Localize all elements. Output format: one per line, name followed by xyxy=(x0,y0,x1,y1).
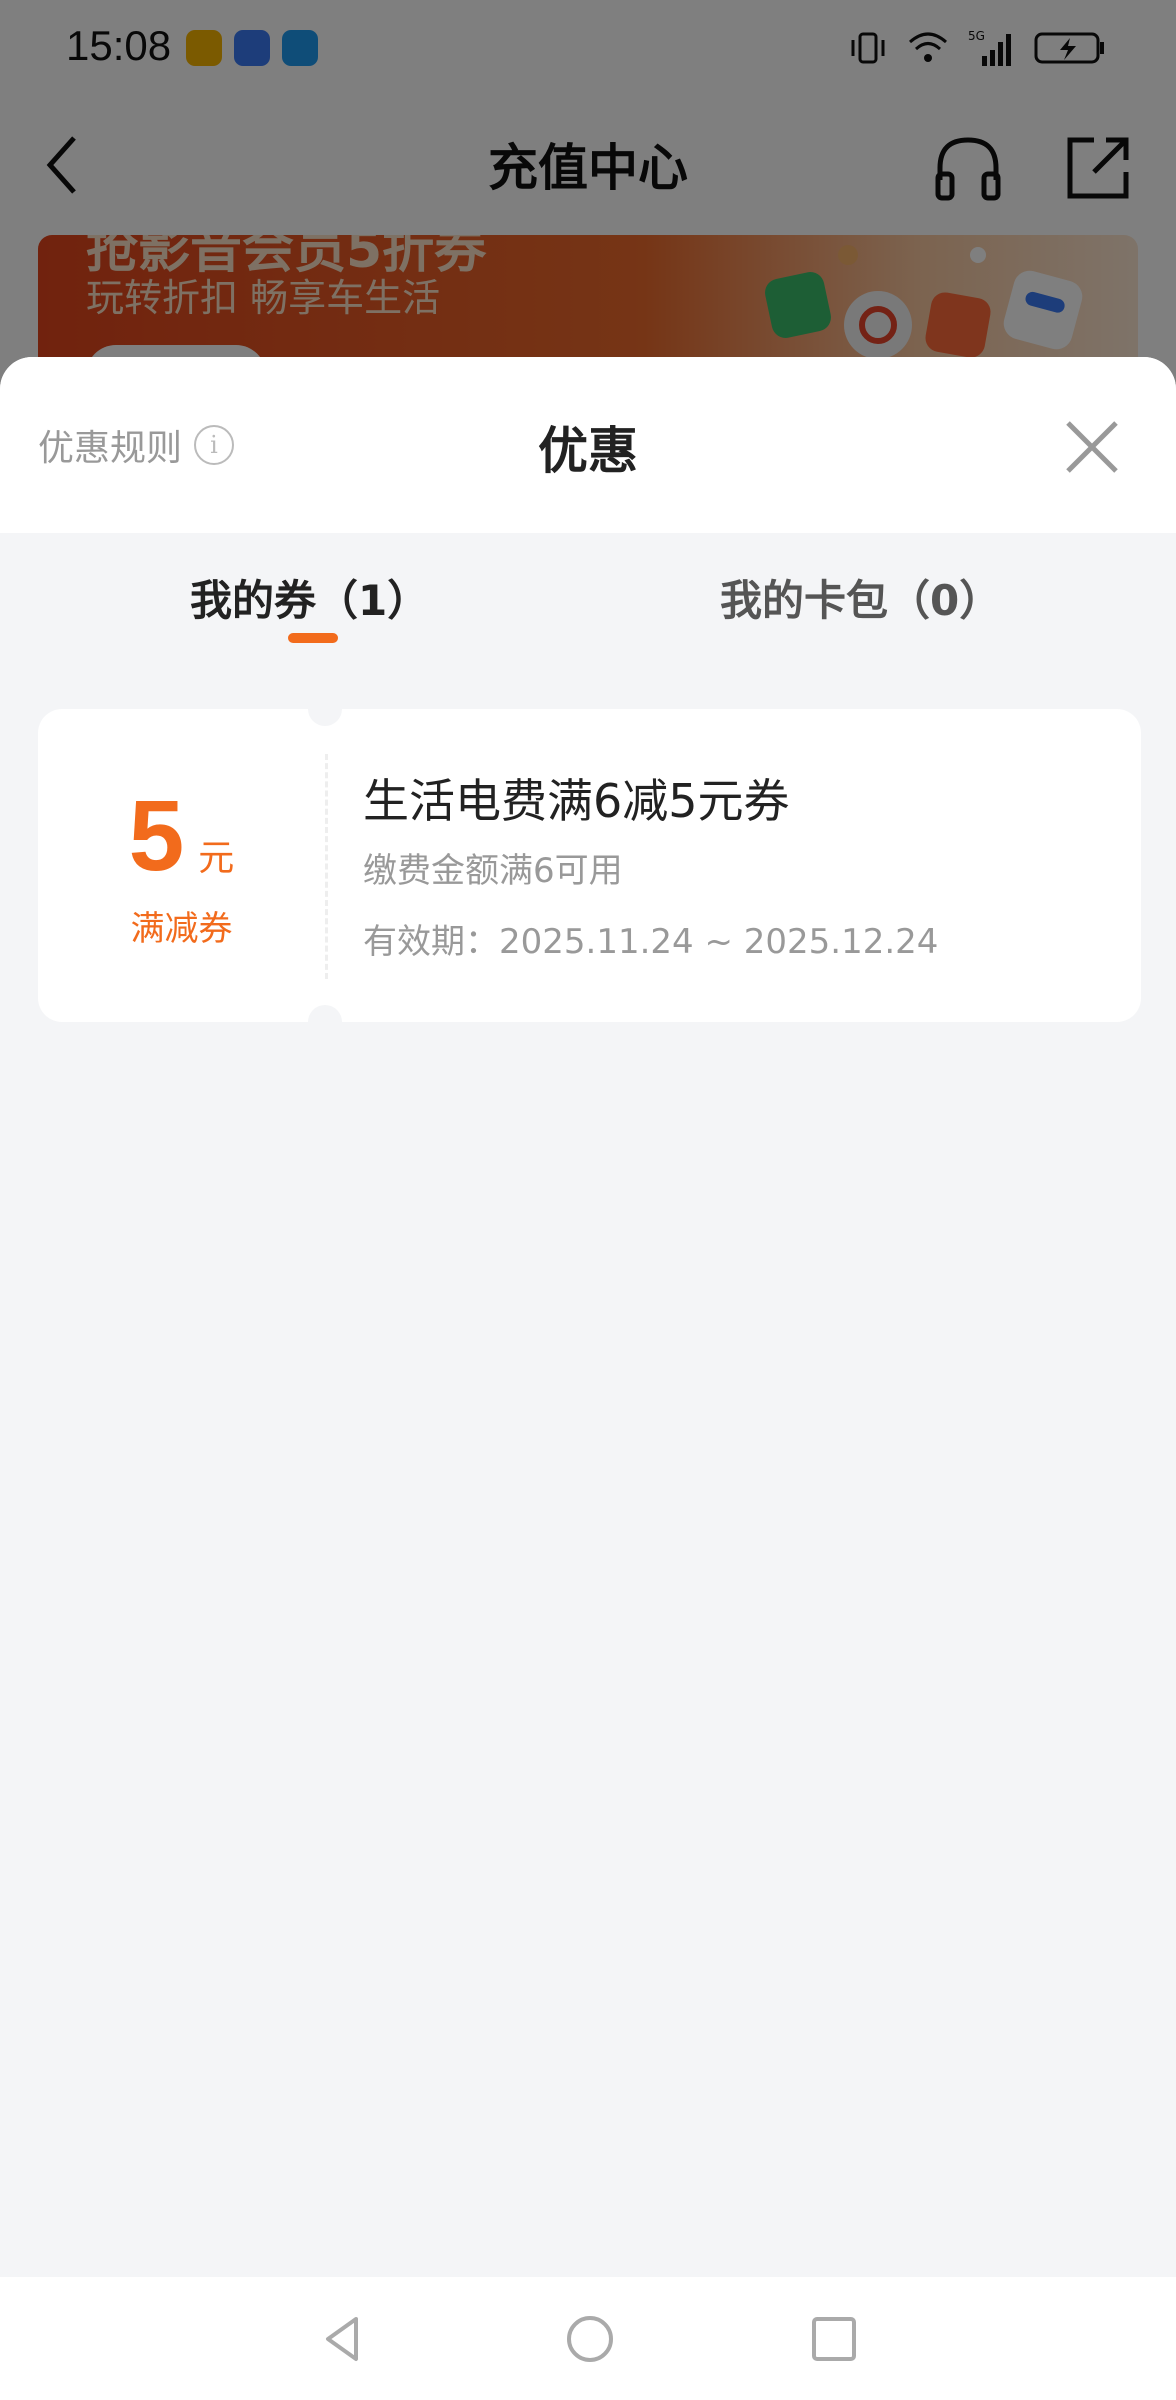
active-tab-indicator xyxy=(288,633,338,643)
coupon-divider xyxy=(325,754,328,979)
coupon-amount-value: 5 xyxy=(128,780,185,892)
coupon-validity: 有效期：2025.11.24 ~ 2025.12.24 xyxy=(363,922,939,962)
coupon-amount-unit: 元 xyxy=(198,838,235,879)
system-recents-icon[interactable] xyxy=(808,2313,860,2365)
coupon-tabs: 我的券（1） 我的卡包（0） xyxy=(0,533,1176,653)
system-nav-bar xyxy=(0,2277,1176,2400)
sheet-header: 优惠规则 i 优惠 xyxy=(0,357,1176,533)
system-home-icon[interactable] xyxy=(564,2313,616,2365)
coupon-notch-top xyxy=(308,692,342,726)
coupon-card[interactable]: 5元 满减券 生活电费满6减5元券 缴费金额满6可用 有效期：2025.11.2… xyxy=(38,692,1141,1039)
coupon-condition: 缴费金额满6可用 xyxy=(363,851,623,891)
coupon-type: 满减券 xyxy=(130,909,233,949)
coupon-notch-bottom xyxy=(308,1005,342,1039)
system-back-icon[interactable] xyxy=(316,2313,368,2365)
tab-my-cards[interactable]: 我的卡包（0） xyxy=(720,567,1001,628)
coupon-amount: 5元 xyxy=(38,779,325,894)
close-icon[interactable] xyxy=(1060,415,1124,479)
coupon-title: 生活电费满6减5元券 xyxy=(363,774,790,828)
tab-my-coupons[interactable]: 我的券（1） xyxy=(190,567,429,628)
sheet-title: 优惠 xyxy=(538,422,638,480)
discount-sheet: 优惠规则 i 优惠 我的券（1） 我的卡包（0） 5元 满减券 生活电费满6减5… xyxy=(0,357,1176,2277)
